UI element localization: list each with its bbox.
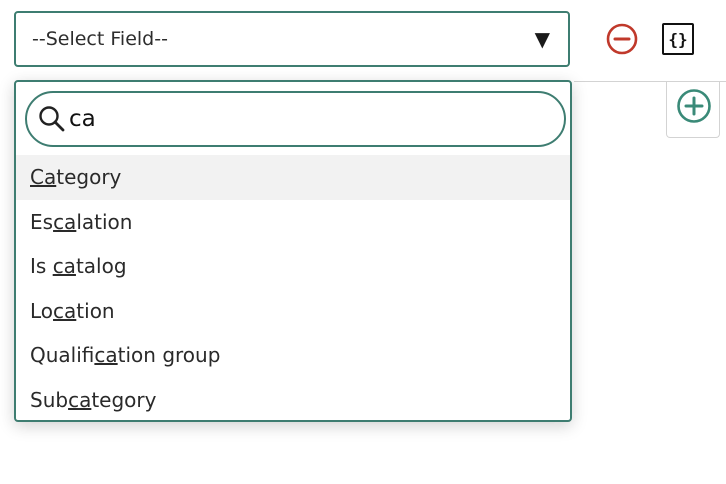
field-select[interactable]: --Select Field-- ▼	[14, 11, 570, 67]
field-select-value: --Select Field--	[32, 28, 168, 50]
option-text-before: Lo	[30, 298, 54, 323]
script-braces-glyph: {}	[668, 29, 688, 49]
option-text-after: tion group	[117, 343, 221, 367]
dropdown-option[interactable]: Subcategory	[16, 378, 570, 421]
option-text-after: talog	[75, 254, 127, 278]
remove-condition-icon[interactable]	[606, 23, 638, 55]
script-braces-icon[interactable]: {}	[662, 23, 694, 55]
search-input[interactable]	[69, 106, 529, 132]
condition-builder: --Select Field-- ▼ {} CategoryEscalation…	[0, 0, 726, 484]
chevron-down-icon: ▼	[534, 27, 550, 51]
dropdown-option[interactable]: Category	[16, 155, 570, 200]
search-icon	[39, 106, 65, 132]
option-text-after: tegory	[56, 165, 122, 189]
option-text-before: Qualifi	[30, 343, 95, 367]
add-condition-icon[interactable]	[676, 88, 712, 124]
option-text-match: ca	[53, 298, 77, 323]
option-text-after: lation	[76, 209, 133, 234]
option-text-before: Is	[30, 254, 53, 278]
dropdown-search[interactable]	[25, 91, 566, 147]
option-text-match: ca	[53, 209, 77, 234]
dropdown-option[interactable]: Location	[16, 289, 570, 334]
field-dropdown: CategoryEscalationIs catalogLocationQual…	[14, 80, 572, 422]
option-text-match: Ca	[30, 165, 57, 189]
dropdown-option[interactable]: Escalation	[16, 200, 570, 245]
option-text-after: tion	[76, 298, 115, 323]
dropdown-option[interactable]: Qualification group	[16, 333, 570, 378]
option-text-before: Es	[30, 209, 54, 234]
option-text-match: ca	[68, 387, 92, 412]
option-text-match: ca	[52, 254, 76, 278]
option-list: Category Escalation Is catalog Location Qual…	[16, 155, 570, 421]
dropdown-option[interactable]: Is catalog	[16, 244, 570, 289]
option-text-before: Sub	[30, 387, 69, 412]
option-text-after: tegory	[91, 387, 157, 412]
option-text-match: ca	[94, 343, 118, 367]
